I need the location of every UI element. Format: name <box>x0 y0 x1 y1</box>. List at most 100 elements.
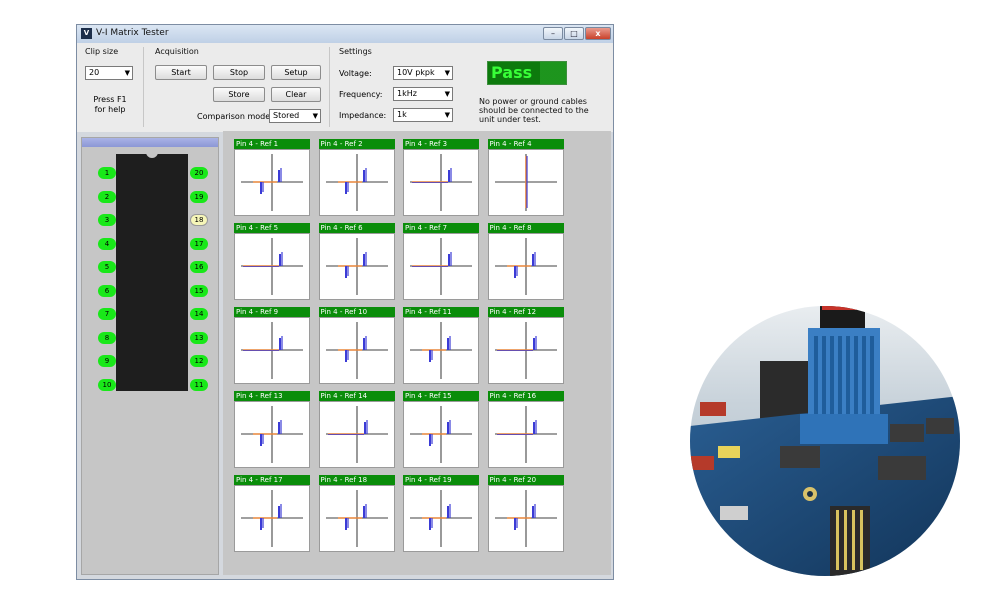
pin-14[interactable]: 14 <box>190 308 208 320</box>
pin-17[interactable]: 17 <box>190 237 208 250</box>
ic-panel-header <box>82 138 218 147</box>
vi-curve-plot <box>403 233 479 300</box>
vi-graph-cell[interactable]: Pin 4 - Ref 11 <box>403 307 479 384</box>
pin-13[interactable]: 13 <box>190 331 208 344</box>
voltage-select[interactable]: 10V pkpk ▼ <box>393 66 453 80</box>
pin-4[interactable]: 4 <box>98 237 116 250</box>
vi-curve-plot <box>403 401 479 468</box>
graph-title: Pin 4 - Ref 3 <box>403 139 479 149</box>
chevron-down-icon: ▼ <box>444 90 450 98</box>
graph-title: Pin 4 - Ref 19 <box>403 475 479 485</box>
help-line-1: Press F1 <box>93 95 127 104</box>
vi-curve-plot <box>318 485 395 552</box>
help-line-2: for help <box>94 105 126 114</box>
graph-title: Pin 4 - Ref 1 <box>234 139 310 149</box>
vi-graph-cell[interactable]: Pin 4 - Ref 5 <box>234 223 310 300</box>
pin-9[interactable]: 9 <box>98 355 116 367</box>
vi-graph-cell[interactable]: Pin 4 - Ref 2 <box>318 139 395 216</box>
vi-graph-cell[interactable]: Pin 4 - Ref 20 <box>487 475 564 552</box>
ic-panel: 1 2 3 4 5 6 7 8 9 10 20 19 18 17 16 15 14 13 12 11 <box>81 137 219 575</box>
vi-curve-plot <box>234 401 310 468</box>
title-bar: V V-I Matrix Tester – □ x <box>77 25 613 44</box>
chevron-down-icon: ▼ <box>444 111 450 119</box>
vi-curve-plot <box>318 233 395 300</box>
vi-graph-cell[interactable]: Pin 4 - Ref 10 <box>318 307 395 384</box>
graph-title: Pin 4 - Ref 10 <box>318 307 395 317</box>
pin-3[interactable]: 3 <box>98 214 116 226</box>
graph-title: Pin 4 - Ref 11 <box>403 307 479 317</box>
vi-graph-cell[interactable]: Pin 4 - Ref 3 <box>403 139 479 216</box>
graph-title: Pin 4 - Ref 8 <box>487 223 564 233</box>
graph-title: Pin 4 - Ref 18 <box>318 475 395 485</box>
pin-11[interactable]: 11 <box>190 378 208 391</box>
pin-20[interactable]: 20 <box>190 167 208 179</box>
graph-title: Pin 4 - Ref 13 <box>234 391 310 401</box>
vi-curve-plot <box>487 233 564 300</box>
vi-graph-cell[interactable]: Pin 4 - Ref 9 <box>234 307 310 384</box>
vi-graph-cell[interactable]: Pin 4 - Ref 16 <box>487 391 564 468</box>
chevron-down-icon: ▼ <box>312 112 318 120</box>
pin-15[interactable]: 15 <box>190 284 208 297</box>
pin-2[interactable]: 2 <box>98 190 116 203</box>
clear-button[interactable]: Clear <box>271 87 321 102</box>
chevron-down-icon: ▼ <box>444 69 450 77</box>
impedance-select[interactable]: 1k ▼ <box>393 108 453 122</box>
graph-title: Pin 4 - Ref 4 <box>487 139 564 149</box>
comparison-mode-select[interactable]: Stored ▼ <box>269 109 321 123</box>
window-title: V-I Matrix Tester <box>96 28 169 38</box>
stop-button[interactable]: Stop <box>213 65 265 80</box>
pin-8[interactable]: 8 <box>98 331 116 344</box>
close-button[interactable]: x <box>585 27 611 40</box>
frequency-label: Frequency: <box>339 90 383 99</box>
vi-curve-plot <box>487 485 564 552</box>
vi-graph-cell[interactable]: Pin 4 - Ref 8 <box>487 223 564 300</box>
ic-chip <box>116 154 188 391</box>
pin-7[interactable]: 7 <box>98 308 116 320</box>
vi-graph-cell[interactable]: Pin 4 - Ref 15 <box>403 391 479 468</box>
pin-1[interactable]: 1 <box>98 167 116 179</box>
vi-curve-plot <box>234 485 310 552</box>
vi-curve-plot <box>487 401 564 468</box>
hardware-photo <box>690 306 960 576</box>
vi-graph-grid: Pin 4 - Ref 1 Pin 4 - Ref 2 Pin 4 - Ref 3 P… <box>223 131 611 575</box>
help-hint: Press F1 for help <box>87 95 133 115</box>
graph-title: Pin 4 - Ref 5 <box>234 223 310 233</box>
pin-5[interactable]: 5 <box>98 261 116 273</box>
vi-graph-cell[interactable]: Pin 4 - Ref 18 <box>318 475 395 552</box>
graph-title: Pin 4 - Ref 15 <box>403 391 479 401</box>
pin-12[interactable]: 12 <box>190 355 208 367</box>
graph-title: Pin 4 - Ref 12 <box>487 307 564 317</box>
pin-16[interactable]: 16 <box>190 261 208 273</box>
vi-graph-cell[interactable]: Pin 4 - Ref 1 <box>234 139 310 216</box>
clip-size-select[interactable]: 20 ▼ <box>85 66 133 80</box>
graph-title: Pin 4 - Ref 20 <box>487 475 564 485</box>
test-clip-photo-illustration <box>690 306 960 576</box>
setup-button[interactable]: Setup <box>271 65 321 80</box>
vi-graph-cell[interactable]: Pin 4 - Ref 17 <box>234 475 310 552</box>
vi-graph-cell[interactable]: Pin 4 - Ref 13 <box>234 391 310 468</box>
pin-10[interactable]: 10 <box>98 378 116 391</box>
vi-graph-cell[interactable]: Pin 4 - Ref 12 <box>487 307 564 384</box>
pass-indicator: Pass <box>487 61 567 85</box>
vi-graph-cell[interactable]: Pin 4 - Ref 4 <box>487 139 564 216</box>
maximize-button[interactable]: □ <box>564 27 584 40</box>
pin-18[interactable]: 18 <box>190 214 208 226</box>
vi-graph-cell[interactable]: Pin 4 - Ref 7 <box>403 223 479 300</box>
frequency-select[interactable]: 1kHz ▼ <box>393 87 453 101</box>
pin-6[interactable]: 6 <box>98 284 116 297</box>
graph-title: Pin 4 - Ref 16 <box>487 391 564 401</box>
voltage-value: 10V pkpk <box>397 68 435 77</box>
start-button[interactable]: Start <box>155 65 207 80</box>
frequency-value: 1kHz <box>397 89 417 98</box>
vi-graph-cell[interactable]: Pin 4 - Ref 19 <box>403 475 479 552</box>
app-icon: V <box>81 28 92 39</box>
graph-title: Pin 4 - Ref 14 <box>318 391 395 401</box>
comparison-mode-label: Comparison mode <box>197 112 271 121</box>
store-button[interactable]: Store <box>213 87 265 102</box>
vi-graph-cell[interactable]: Pin 4 - Ref 14 <box>318 391 395 468</box>
minimize-button[interactable]: – <box>543 27 563 40</box>
vi-curve-plot <box>234 149 310 216</box>
vi-curve-plot <box>318 317 395 384</box>
pin-19[interactable]: 19 <box>190 190 208 203</box>
vi-graph-cell[interactable]: Pin 4 - Ref 6 <box>318 223 395 300</box>
